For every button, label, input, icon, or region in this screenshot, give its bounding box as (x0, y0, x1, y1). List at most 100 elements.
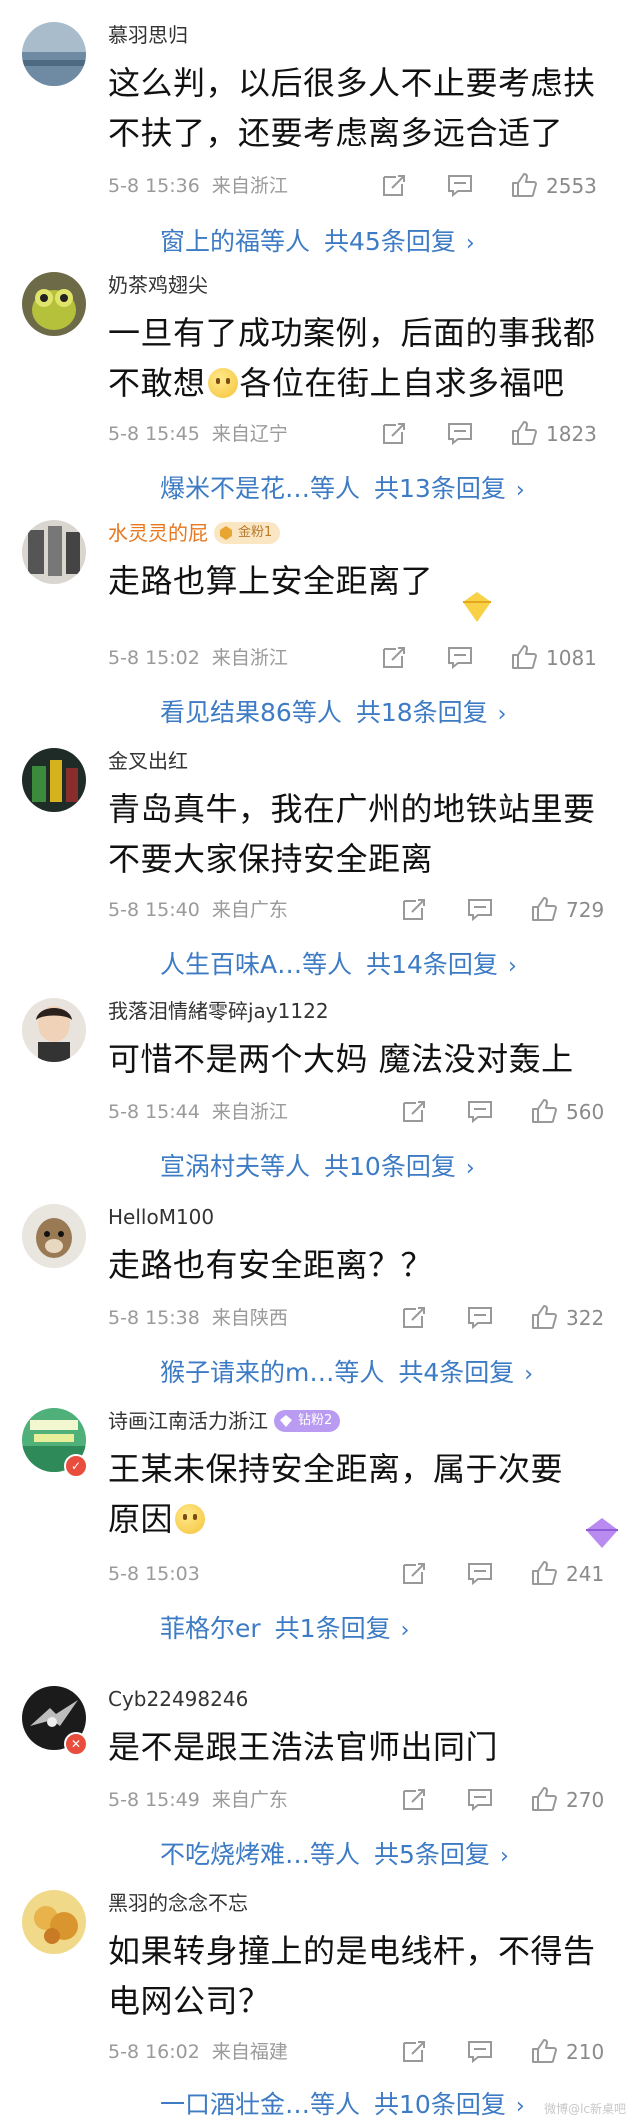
reply-etc: 等人 (310, 2090, 361, 2119)
reply-from: 人生百味A… (160, 950, 303, 979)
comment-icon[interactable] (446, 171, 474, 199)
thumbs-up-icon[interactable] (510, 419, 538, 447)
comment-text: 走路也算上安全距离了 (108, 562, 434, 600)
reply-summary-link[interactable]: 宣涡村夫等人 共10条回复 › (160, 1152, 475, 1184)
comment-icon[interactable] (466, 895, 494, 923)
comment-meta: 5-8 15:45 来自辽宁 (108, 422, 288, 446)
like-count: 729 (566, 898, 605, 922)
chevron-right-icon: › (465, 1156, 475, 1181)
avatar[interactable] (22, 1204, 86, 1268)
action-bar: 270 (400, 1785, 640, 1815)
reply-etc: 等人 (260, 1152, 311, 1181)
thumbs-up-icon[interactable] (530, 1303, 558, 1331)
reply-from: 猴子请来的m… (160, 1358, 335, 1387)
share-icon[interactable] (380, 643, 408, 671)
comment-location: 来自浙江 (211, 647, 288, 669)
share-icon[interactable] (400, 1097, 428, 1125)
reply-count: 共10条回复 (324, 1152, 456, 1181)
reply-summary-link[interactable]: 爆米不是花…等人 共13条回复 › (160, 474, 525, 506)
username[interactable]: 奶茶鸡翅尖 (108, 272, 208, 298)
avatar[interactable] (22, 272, 86, 336)
reply-summary-link[interactable]: 人生百味A…等人 共14条回复 › (160, 950, 517, 982)
thumbs-up-icon[interactable] (530, 1559, 558, 1587)
action-bar: 560 (400, 1097, 640, 1127)
username[interactable]: 我落泪情緒零碎jay1122 (108, 998, 329, 1024)
reply-from: 不吃烧烤难… (160, 1840, 311, 1869)
comment-time: 5-8 15:44 (108, 1101, 200, 1123)
share-icon[interactable] (400, 1303, 428, 1331)
chevron-right-icon: › (507, 954, 517, 979)
reply-etc: 等人 (260, 227, 311, 256)
comment-meta: 5-8 16:02 来自福建 (108, 2040, 288, 2064)
reply-count: 共45条回复 (324, 227, 456, 256)
comment-meta: 5-8 15:36 来自浙江 (108, 174, 288, 198)
thumbs-up-icon[interactable] (530, 895, 558, 923)
thumbs-up-icon[interactable] (510, 643, 538, 671)
username[interactable]: 黑羽的念念不忘 (108, 1890, 248, 1916)
reply-count: 共1条回复 (274, 1614, 391, 1643)
reply-summary-link[interactable]: 不吃烧烤难…等人 共5条回复 › (160, 1840, 509, 1872)
thumbs-up-icon[interactable] (530, 2037, 558, 2065)
comment-location: 来自陕西 (211, 1307, 288, 1329)
reply-from: 菲格尔er (160, 1614, 261, 1643)
reply-summary-link[interactable]: 看见结果86等人 共18条回复 › (160, 698, 506, 730)
comment-location: 来自广东 (211, 899, 288, 921)
username[interactable]: 金叉出红 (108, 748, 188, 774)
username[interactable]: Cyb22498246 (108, 1686, 248, 1712)
username[interactable]: 诗画江南活力浙江 钻粉2 (108, 1408, 341, 1434)
thumbs-up-icon[interactable] (530, 1097, 558, 1125)
share-icon[interactable] (400, 2037, 428, 2065)
like-count: 270 (566, 1788, 605, 1812)
verified-badge-icon: ✕ (64, 1732, 88, 1756)
reply-from: 一口酒壮金… (160, 2090, 311, 2119)
avatar[interactable] (22, 998, 86, 1062)
thumbs-up-icon[interactable] (510, 171, 538, 199)
username[interactable]: HelloM100 (108, 1204, 214, 1230)
reply-count: 共10条回复 (374, 2090, 506, 2119)
reply-count: 共4条回复 (398, 1358, 515, 1387)
avatar[interactable] (22, 520, 86, 584)
reply-from: 爆米不是花… (160, 474, 311, 503)
reply-summary-link[interactable]: 菲格尔er 共1条回复 › (160, 1614, 409, 1646)
avatar[interactable] (22, 1890, 86, 1954)
share-icon[interactable] (400, 1785, 428, 1813)
username[interactable]: 慕羽思归 (108, 22, 188, 48)
share-icon[interactable] (380, 419, 408, 447)
comment-meta: 5-8 15:44 来自浙江 (108, 1100, 288, 1124)
reply-summary-link[interactable]: 一口酒壮金…等人 共10条回复 › (160, 2090, 525, 2122)
share-icon[interactable] (400, 1559, 428, 1587)
share-icon[interactable] (400, 895, 428, 923)
comment-item: ✓ 诗画江南活力浙江 钻粉2 王某未保持安全距离，属于次要 原因 5-8 15:03… (0, 1408, 640, 1643)
reply-summary-link[interactable]: 窗上的福等人 共45条回复 › (160, 227, 475, 259)
comment-item: 奶茶鸡翅尖 一旦有了成功案例，后面的事我都 不敢想 各位在街上自求多福吧 5-8 1… (0, 272, 640, 503)
reply-count: 共13条回复 (374, 474, 506, 503)
comment-icon[interactable] (446, 419, 474, 447)
comment-icon[interactable] (466, 1303, 494, 1331)
comment-meta: 5-8 15:38 来自陕西 (108, 1306, 288, 1330)
comment-icon[interactable] (466, 2037, 494, 2065)
avatar[interactable] (22, 22, 86, 86)
comment-meta: 5-8 15:40 来自广东 (108, 898, 288, 922)
chevron-right-icon: › (400, 1618, 410, 1643)
avatar[interactable] (22, 748, 86, 812)
chevron-right-icon: › (515, 478, 525, 503)
comment-item: ✕ Cyb22498246 是不是跟王浩法官师出同门 5-8 15:49 来自广… (0, 1686, 640, 1869)
action-bar: 729 (400, 895, 640, 925)
action-bar: 210 (400, 2037, 640, 2067)
action-bar: 1081 (380, 643, 640, 673)
username[interactable]: 水灵灵的屁 金粉1 (108, 520, 281, 546)
share-icon[interactable] (380, 171, 408, 199)
reply-count: 共5条回复 (374, 1840, 490, 1869)
thumbs-up-icon[interactable] (530, 1785, 558, 1813)
fan-badge: 金粉1 (214, 521, 281, 544)
reply-summary-link[interactable]: 猴子请来的m…等人 共4条回复 › (160, 1358, 533, 1390)
comment-text: 一旦有了成功案例，后面的事我都 不敢想 各位在街上自求多福吧 (108, 314, 596, 402)
comment-icon[interactable] (466, 1785, 494, 1813)
chevron-right-icon: › (499, 1844, 509, 1869)
comment-item: 金叉出红 青岛真牛，我在广州的地铁站里要 不要大家保持安全距离 5-8 15:40… (0, 748, 640, 979)
comment-icon[interactable] (466, 1559, 494, 1587)
like-count: 322 (566, 1306, 605, 1330)
comment-icon[interactable] (446, 643, 474, 671)
comment-icon[interactable] (466, 1097, 494, 1125)
like-count: 560 (566, 1100, 605, 1124)
